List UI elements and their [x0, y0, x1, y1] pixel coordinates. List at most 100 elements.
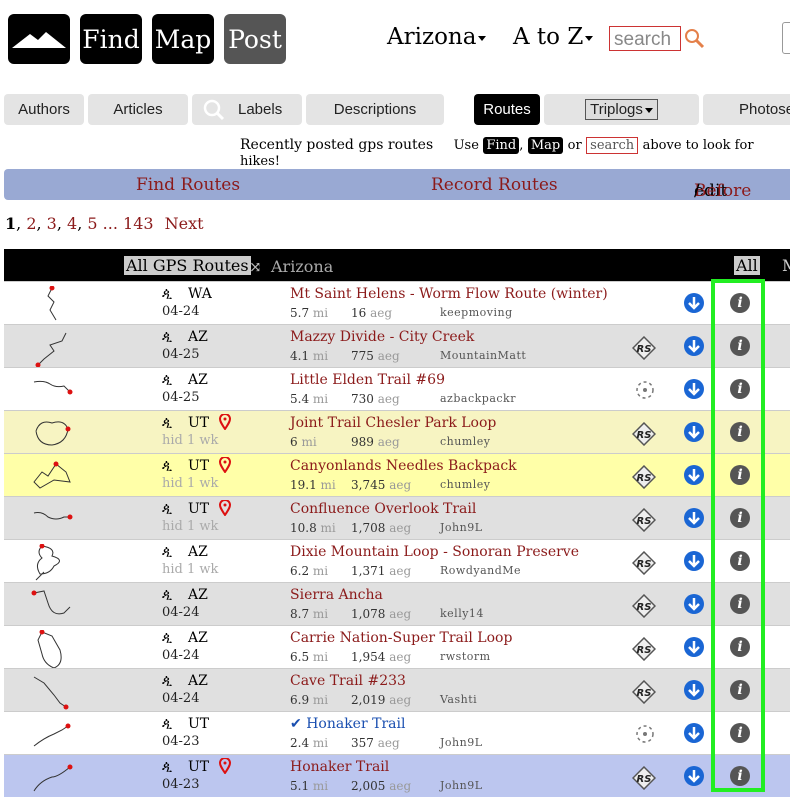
route-scout-icon[interactable]: RS — [632, 766, 656, 790]
route-title[interactable]: Carrie Nation-Super Trail Loop — [290, 630, 512, 646]
route-author[interactable]: John9L — [440, 779, 483, 792]
route-title[interactable]: Honaker Trail — [306, 716, 405, 732]
download-icon[interactable] — [684, 379, 704, 399]
table-row[interactable]: ዺ AZ 04-25 Little Elden Trail #69 5.4 mi 730 … — [4, 367, 790, 410]
route-thumbnail[interactable] — [30, 415, 76, 453]
map-button[interactable]: Map — [152, 14, 214, 64]
download-icon[interactable] — [684, 465, 704, 485]
route-title[interactable]: Cave Trail #233 — [290, 673, 406, 689]
tab-triplogs[interactable]: Triplogs — [544, 94, 699, 125]
next-link[interactable]: Next — [165, 214, 204, 233]
post-button[interactable]: Post — [224, 14, 286, 64]
page-link[interactable]: 3 — [47, 214, 57, 233]
route-thumbnail[interactable] — [30, 458, 76, 496]
tab-routes[interactable]: Routes — [474, 94, 540, 125]
route-title[interactable]: Mazzy Divide - City Creek — [290, 329, 474, 345]
route-scout-icon[interactable]: RS — [632, 465, 656, 489]
before-link[interactable]: Before — [694, 181, 751, 201]
table-row[interactable]: ዺ AZ 04-24 Cave Trail #233 6.9 mi 2,019 aeg Va… — [4, 668, 790, 711]
route-title[interactable]: Sierra Ancha — [290, 587, 383, 603]
route-author[interactable]: chumley — [440, 478, 491, 491]
map-pin-icon[interactable] — [219, 414, 231, 430]
route-title[interactable]: Little Elden Trail #69 — [290, 372, 445, 388]
atoz-dropdown[interactable]: A to Z — [513, 24, 594, 50]
route-title[interactable]: Dixie Mountain Loop - Sonoran Preserve — [290, 544, 579, 560]
route-author[interactable]: John9L — [440, 521, 483, 534]
route-scout-icon[interactable]: RS — [632, 680, 656, 704]
find-routes-link[interactable]: Find Routes — [136, 175, 240, 195]
info-search-link[interactable]: search — [586, 137, 639, 154]
route-author[interactable]: Vashti — [440, 693, 477, 706]
route-author[interactable]: RowdyandMe — [440, 564, 521, 577]
region-dropdown[interactable]: Arizona — [387, 24, 487, 50]
info-find-button[interactable]: Find — [483, 137, 520, 154]
tab-descriptions[interactable]: Descriptions — [306, 94, 444, 125]
download-icon[interactable] — [684, 723, 704, 743]
map-pin-icon[interactable] — [219, 758, 231, 774]
tab-labels[interactable]: Labels — [192, 94, 302, 125]
window-control[interactable] — [782, 22, 790, 54]
all-gps-routes-button[interactable]: All GPS Routes — [124, 256, 251, 275]
table-row[interactable]: ዺ UT hid 1 wk Confluence Overlook Trail 10.8… — [4, 496, 790, 539]
route-author[interactable]: rwstorm — [440, 650, 491, 663]
search-input[interactable]: search — [609, 26, 681, 51]
route-thumbnail[interactable] — [30, 501, 76, 539]
table-row[interactable]: ዺ AZ 04-24 Sierra Ancha 8.7 mi 1,078 aeg kelly… — [4, 582, 790, 625]
download-icon[interactable] — [684, 637, 704, 657]
route-thumbnail[interactable] — [30, 587, 76, 625]
tab-articles[interactable]: Articles — [88, 94, 188, 125]
route-thumbnail[interactable] — [30, 716, 76, 754]
route-thumbnail[interactable] — [30, 329, 76, 367]
map-pin-icon[interactable] — [219, 457, 231, 473]
find-button[interactable]: Find — [80, 14, 142, 64]
info-map-button[interactable]: Map — [527, 137, 564, 154]
route-author[interactable]: MountainMatt — [440, 349, 526, 362]
download-icon[interactable] — [684, 766, 704, 786]
search-icon[interactable] — [683, 27, 707, 55]
table-row[interactable]: ዺ UT hid 1 wk Joint Trail Chesler Park Loop… — [4, 410, 790, 453]
route-author[interactable]: chumley — [440, 435, 491, 448]
page-link[interactable]: 2 — [26, 214, 36, 233]
route-scout-icon[interactable]: RS — [632, 551, 656, 575]
page-link-last[interactable]: 143 — [123, 214, 154, 233]
table-row[interactable]: ዺ UT 04-23 ✔ Honaker Trail 2.4 mi 357 aeg John… — [4, 711, 790, 754]
route-author[interactable]: keepmoving — [440, 306, 513, 319]
page-link[interactable]: 4 — [67, 214, 77, 233]
route-author[interactable]: John9L — [440, 736, 483, 749]
route-thumbnail[interactable] — [30, 759, 76, 797]
route-scout-icon[interactable]: RS — [632, 637, 656, 661]
route-thumbnail[interactable] — [30, 372, 76, 410]
route-scout-icon[interactable]: RS — [632, 422, 656, 446]
table-row[interactable]: ዺ WA 04-24 Mt Saint Helens - Worm Flow Rout… — [4, 281, 790, 324]
download-icon[interactable] — [684, 293, 704, 313]
table-row[interactable]: ዺ UT 04-23 Honaker Trail 5.1 mi 2,005 aeg John… — [4, 754, 790, 797]
table-row[interactable]: ዺ AZ hid 1 wk Dixie Mountain Loop - Sonoran… — [4, 539, 790, 582]
route-thumbnail[interactable] — [30, 544, 76, 582]
download-icon[interactable] — [684, 680, 704, 700]
route-title-wrap[interactable]: ✔ Honaker Trail — [290, 716, 405, 732]
route-title[interactable]: Confluence Overlook Trail — [290, 501, 476, 517]
route-author[interactable]: kelly14 — [440, 607, 484, 620]
table-region-label[interactable]: Arizona — [271, 257, 333, 276]
map-pin-icon[interactable] — [219, 500, 231, 516]
page-link[interactable]: 5 — [87, 214, 97, 233]
route-title[interactable]: Mt Saint Helens - Worm Flow Route (winte… — [290, 286, 608, 302]
table-row[interactable]: ዺ UT hid 1 wk Canyonlands Needles Backpack 1… — [4, 453, 790, 496]
route-scout-icon[interactable]: RS — [632, 594, 656, 618]
shuffle-icon[interactable]: ⤨ — [249, 258, 262, 276]
triplogs-dropdown[interactable]: Triplogs — [585, 99, 658, 120]
route-author[interactable]: azbackpackr — [440, 392, 516, 405]
tab-photosets[interactable]: Photose — [703, 94, 790, 125]
all-filter-button[interactable]: All — [734, 256, 760, 275]
route-title[interactable]: Honaker Trail — [290, 759, 389, 775]
more-filter-button[interactable]: M — [782, 256, 790, 275]
site-logo[interactable] — [8, 14, 70, 64]
route-scout-icon[interactable]: RS — [632, 508, 656, 532]
download-icon[interactable] — [684, 508, 704, 528]
table-row[interactable]: ዺ AZ 04-25 Mazzy Divide - City Creek 4.1 mi 7… — [4, 324, 790, 367]
download-icon[interactable] — [684, 422, 704, 442]
route-title[interactable]: Canyonlands Needles Backpack — [290, 458, 517, 474]
route-thumbnail[interactable] — [30, 286, 76, 324]
record-routes-link[interactable]: Record Routes — [431, 175, 558, 195]
download-icon[interactable] — [684, 551, 704, 571]
